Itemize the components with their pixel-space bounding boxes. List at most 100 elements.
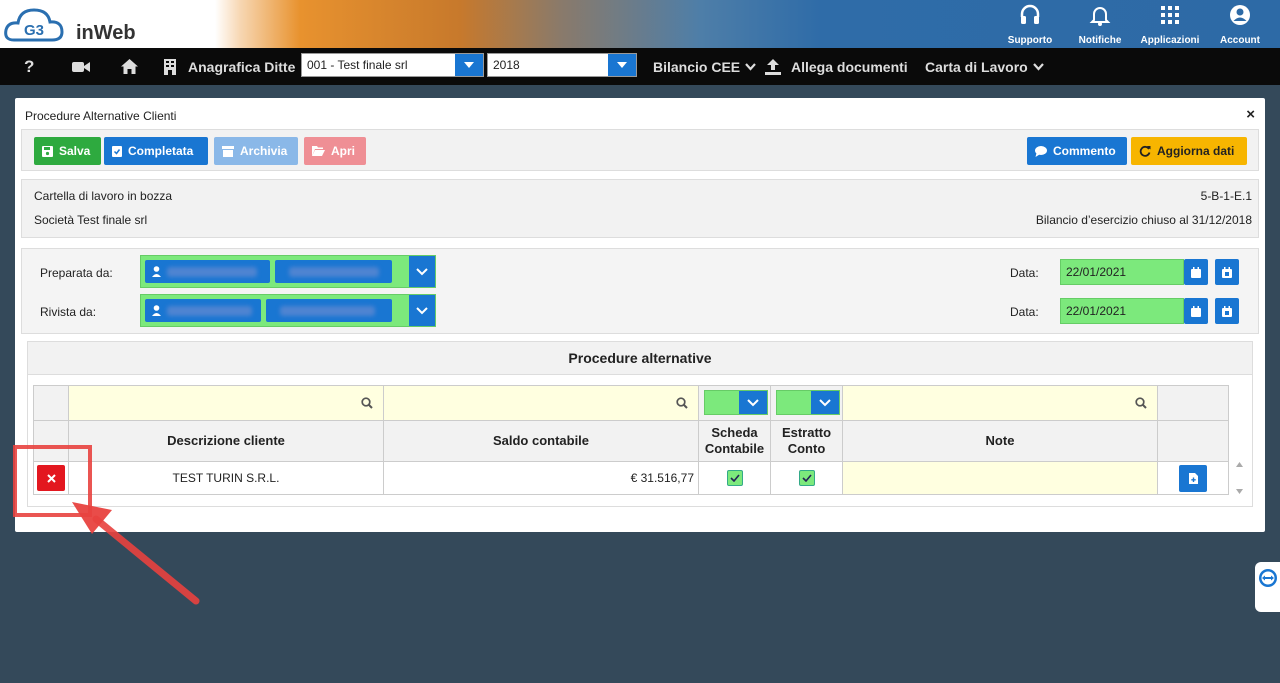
bilancio-label: Bilancio CEE xyxy=(653,58,741,75)
filter-actions-spacer xyxy=(1157,385,1229,421)
scroll-down-icon[interactable] xyxy=(1235,489,1243,494)
notifications-button[interactable]: Notifiche xyxy=(1065,4,1135,46)
grid-icon xyxy=(1161,6,1179,24)
dialog-panel: Procedure Alternative Clienti × Salva Co… xyxy=(15,98,1265,532)
cell-saldo[interactable]: € 31.516,77 xyxy=(383,461,699,495)
rivista-label: Rivista da: xyxy=(40,305,97,319)
grid-section-title: Procedure alternative xyxy=(28,342,1252,375)
logo-text: inWeb xyxy=(76,22,136,44)
grid-scrollbar[interactable] xyxy=(1232,462,1246,494)
chevron-down-icon[interactable] xyxy=(739,391,767,414)
bell-icon xyxy=(1089,7,1111,26)
home-icon xyxy=(121,59,138,74)
user-chip[interactable] xyxy=(275,260,392,283)
check-icon xyxy=(729,474,740,482)
completata-button[interactable]: Completata xyxy=(104,137,208,165)
allega-menu[interactable]: Allega documenti xyxy=(765,48,908,85)
commento-label: Commento xyxy=(1053,144,1116,158)
filter-saldo[interactable] xyxy=(383,385,699,421)
calendar-today-icon[interactable] xyxy=(1215,259,1239,285)
rivista-select[interactable] xyxy=(140,294,436,327)
archive-icon xyxy=(222,145,234,157)
procedure-grid-box: Procedure alternative Descrizione client… xyxy=(27,341,1253,507)
chevron-down-icon xyxy=(1032,62,1044,71)
user-chip[interactable] xyxy=(145,260,270,283)
preparata-date-input[interactable]: 22/01/2021 xyxy=(1060,259,1184,285)
preparata-select[interactable] xyxy=(140,255,436,288)
apps-label: Applicazioni xyxy=(1140,35,1200,46)
bilancio-menu[interactable]: Bilancio CEE xyxy=(653,48,756,85)
chevron-down-icon[interactable] xyxy=(811,391,839,414)
anagrafica-label: Anagrafica Ditte xyxy=(188,58,296,75)
close-icon[interactable]: × xyxy=(1246,106,1255,123)
aggiorna-button[interactable]: Aggiorna dati xyxy=(1131,137,1247,165)
cell-note[interactable] xyxy=(842,461,1158,495)
refresh-icon xyxy=(1139,145,1151,157)
cell-estratto xyxy=(770,461,843,495)
caret-down-icon[interactable] xyxy=(455,54,483,76)
caret-down-icon[interactable] xyxy=(608,54,636,76)
calendar-today-icon[interactable] xyxy=(1215,298,1239,324)
filter-estratto-select[interactable] xyxy=(776,390,840,415)
user-icon xyxy=(152,266,161,277)
home-button[interactable] xyxy=(121,48,138,85)
chevron-down-icon[interactable] xyxy=(409,295,435,326)
user-chip[interactable] xyxy=(145,299,261,322)
search-icon xyxy=(676,397,688,409)
delete-row-button[interactable] xyxy=(37,465,65,491)
video-button[interactable] xyxy=(72,48,90,85)
calendar-icon[interactable] xyxy=(1184,259,1208,285)
cloud-logo-icon: G3 xyxy=(4,8,64,42)
filter-descrizione[interactable] xyxy=(68,385,384,421)
data-label: Data: xyxy=(1010,305,1039,319)
preparata-label: Preparata da: xyxy=(40,266,113,280)
support-button[interactable]: Supporto xyxy=(995,4,1065,46)
save-button[interactable]: Salva xyxy=(34,137,101,165)
filter-scheda-select[interactable] xyxy=(704,390,768,415)
account-button[interactable]: Account xyxy=(1205,4,1275,46)
teamviewer-icon xyxy=(1259,569,1277,587)
teamviewer-tab[interactable] xyxy=(1255,562,1280,612)
support-label: Supporto xyxy=(1007,35,1053,46)
chevron-down-icon[interactable] xyxy=(409,256,435,287)
headset-icon xyxy=(1020,4,1040,24)
save-label: Salva xyxy=(59,144,91,158)
archivia-button[interactable]: Archivia xyxy=(214,137,298,165)
cell-descrizione[interactable]: TEST TURIN S.R.L. xyxy=(68,461,384,495)
status-text: Cartella di lavoro in bozza xyxy=(34,189,173,203)
scroll-up-icon[interactable] xyxy=(1235,462,1243,467)
comment-icon xyxy=(1035,145,1047,157)
col-header-scheda[interactable]: Scheda Contabile xyxy=(698,420,771,462)
commento-button[interactable]: Commento xyxy=(1027,137,1127,165)
carta-menu[interactable]: Carta di Lavoro xyxy=(925,48,1044,85)
year-select[interactable]: 2018 xyxy=(487,53,637,77)
col-header-estratto[interactable]: Estratto Conto xyxy=(770,420,843,462)
completata-label: Completata xyxy=(128,144,194,158)
filter-note[interactable] xyxy=(842,385,1158,421)
file-plus-icon xyxy=(1188,472,1198,484)
rivista-date-input[interactable]: 22/01/2021 xyxy=(1060,298,1184,324)
dialog-title: Procedure Alternative Clienti xyxy=(25,109,177,123)
add-document-button[interactable] xyxy=(1179,464,1207,492)
anagrafica-menu[interactable]: Anagrafica Ditte xyxy=(164,48,295,85)
nav-bar: ? Anagrafica Ditte 001 - Test finale srl… xyxy=(0,48,1280,85)
estratto-checkbox[interactable] xyxy=(798,470,815,486)
chevron-down-icon xyxy=(745,62,756,71)
user-chip[interactable] xyxy=(266,299,392,322)
folder-open-icon xyxy=(312,146,325,156)
col-header-saldo[interactable]: Saldo contabile xyxy=(383,420,699,462)
apps-button[interactable]: Applicazioni xyxy=(1135,4,1205,46)
company-select[interactable]: 001 - Test finale srl xyxy=(301,53,484,77)
apri-button[interactable]: Apri xyxy=(304,137,366,165)
video-camera-icon xyxy=(72,61,90,72)
archivia-label: Archivia xyxy=(240,144,288,158)
col-header-note[interactable]: Note xyxy=(842,420,1158,462)
top-header: G3 inWeb Supporto Notifiche Applicazioni… xyxy=(0,0,1280,48)
help-button[interactable]: ? xyxy=(24,48,34,85)
col-header-blank xyxy=(33,420,69,462)
data-label: Data: xyxy=(1010,266,1039,280)
account-label: Account xyxy=(1220,35,1260,46)
calendar-icon[interactable] xyxy=(1184,298,1208,324)
scheda-checkbox[interactable] xyxy=(726,470,743,486)
col-header-descrizione[interactable]: Descrizione cliente xyxy=(68,420,384,462)
